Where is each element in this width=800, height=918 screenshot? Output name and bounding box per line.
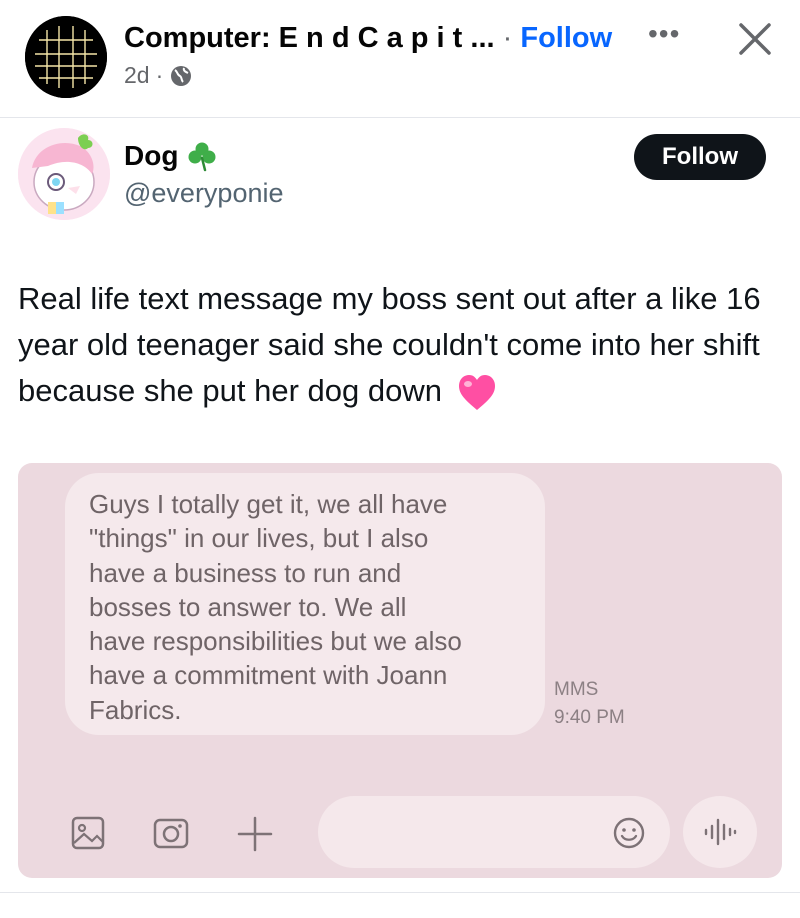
tweet-avatar[interactable] bbox=[18, 128, 110, 220]
plus-icon bbox=[237, 816, 273, 852]
more-icon[interactable]: ••• bbox=[648, 18, 680, 50]
emoji-icon bbox=[613, 817, 645, 849]
pony-avatar-icon bbox=[18, 128, 110, 220]
message-compose-field bbox=[318, 796, 670, 868]
tweet-follow-button[interactable]: Follow bbox=[634, 134, 766, 180]
voice-icon bbox=[704, 818, 737, 846]
post-header: Computer: E n d C a p i t ... · Follow 2… bbox=[0, 0, 800, 118]
sms-screenshot[interactable]: Guys I totally get it, we all have "thin… bbox=[18, 463, 782, 878]
display-name: Dog bbox=[124, 140, 179, 171]
message-type: MMS bbox=[554, 679, 599, 700]
page-avatar[interactable] bbox=[25, 16, 107, 98]
page-name[interactable]: Computer: E n d C a p i t ... bbox=[124, 22, 495, 54]
message-text: Guys I totally get it, we all have "thin… bbox=[89, 489, 462, 725]
grid-logo-icon bbox=[25, 16, 107, 98]
header-follow-link[interactable]: Follow bbox=[520, 22, 612, 54]
footer-divider bbox=[0, 892, 800, 893]
voice-button bbox=[683, 796, 757, 868]
header-divider bbox=[0, 117, 800, 118]
message-bubble: Guys I totally get it, we all have "thin… bbox=[65, 473, 545, 735]
tweet-body: Real life text message my boss sent out … bbox=[18, 281, 761, 408]
author-handle[interactable]: @everyponie bbox=[124, 178, 284, 209]
close-icon[interactable] bbox=[734, 18, 776, 60]
pink-heart-icon bbox=[458, 374, 495, 410]
message-meta: MMS 9:40 PM bbox=[554, 676, 625, 732]
tweet-author[interactable]: Dog bbox=[124, 140, 218, 172]
camera-icon bbox=[153, 818, 189, 849]
shamrock-icon bbox=[188, 142, 216, 172]
tweet-text: Real life text message my boss sent out … bbox=[18, 276, 788, 414]
post-meta: 2d · bbox=[124, 62, 193, 89]
meta-separator: · bbox=[155, 62, 164, 88]
separator-dot: · bbox=[502, 22, 513, 54]
globe-icon bbox=[171, 65, 192, 86]
gallery-icon bbox=[71, 816, 105, 850]
post-time[interactable]: 2d bbox=[124, 62, 150, 89]
header-title-row: Computer: E n d C a p i t ... · Follow bbox=[124, 22, 612, 55]
message-time: 9:40 PM bbox=[554, 707, 625, 728]
